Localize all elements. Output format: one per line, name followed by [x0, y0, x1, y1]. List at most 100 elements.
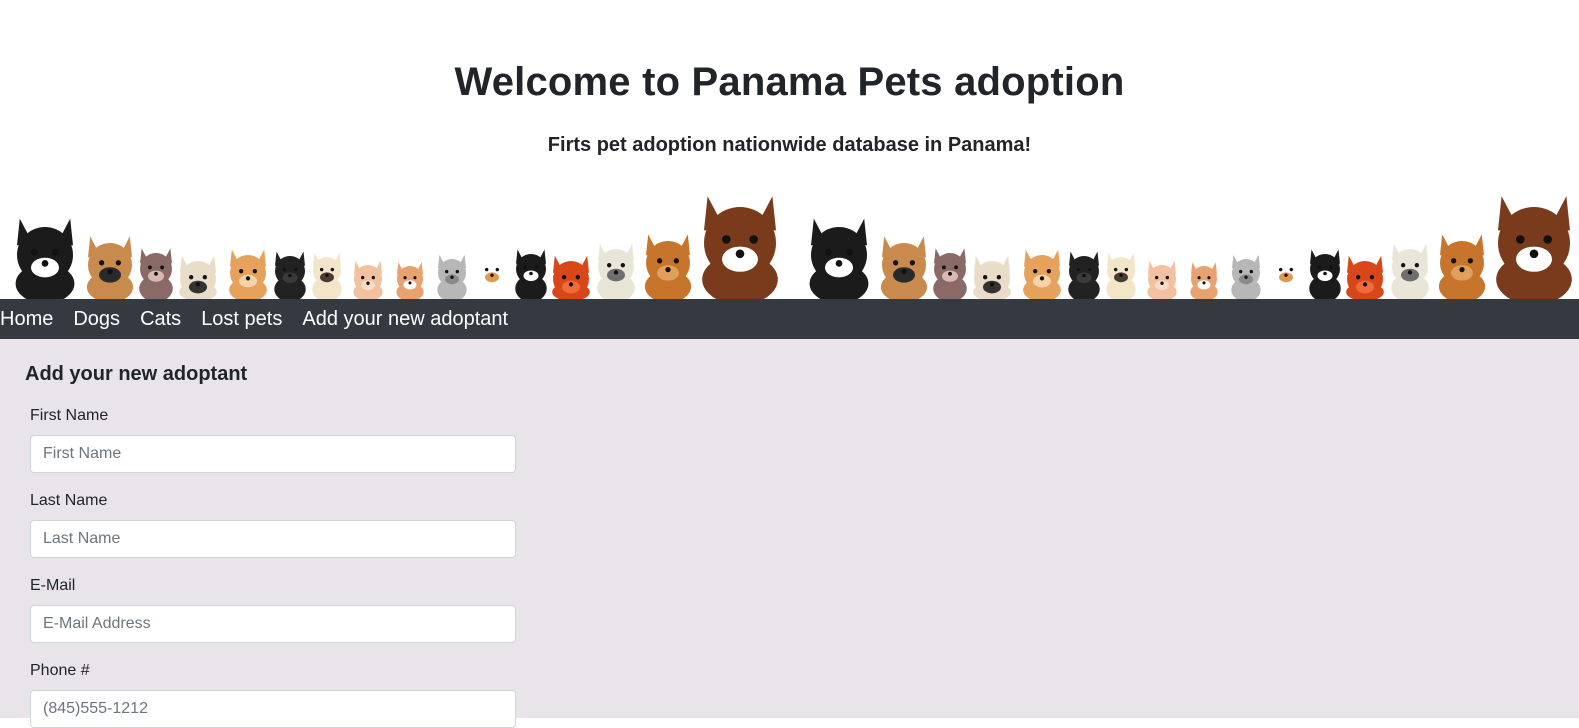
pet-eye	[722, 235, 731, 244]
pet-nose	[154, 271, 158, 276]
page-title: Welcome to Panama Pets adoption	[454, 60, 1125, 104]
pet-eye	[202, 275, 207, 280]
pet-nose	[948, 271, 952, 276]
pet-nose	[450, 275, 454, 279]
pet-nose	[245, 276, 251, 281]
pet-eye	[1356, 275, 1361, 280]
pet-eye	[1239, 269, 1243, 274]
pet-eye	[893, 260, 899, 266]
pet-nose	[1362, 282, 1368, 287]
pet-nose	[107, 268, 113, 275]
pet-nose	[408, 281, 412, 285]
pet-eye	[293, 267, 298, 272]
pet-nose	[529, 271, 533, 276]
adoptant-form-section: Add your new adoptant First Name Last Na…	[0, 339, 1579, 728]
pet-eye	[1033, 269, 1038, 274]
pet-nose	[989, 282, 995, 287]
pet-eye	[825, 248, 832, 256]
pet-eye	[1414, 263, 1419, 268]
pet-eye	[607, 263, 612, 268]
pet-nose	[366, 281, 370, 285]
pet-eye	[620, 263, 626, 268]
pet-nose	[1459, 266, 1465, 273]
pet-eye	[1087, 267, 1092, 272]
pet-eye	[1165, 275, 1169, 280]
main-navbar: Home Dogs Cats Lost pets Add your new ad…	[0, 299, 1579, 339]
phone-label: Phone #	[30, 662, 90, 679]
page-header: Welcome to Panama Pets adoption Firts pe…	[0, 0, 1579, 197]
pet-eye	[1279, 267, 1283, 272]
pet-eye	[148, 265, 152, 270]
pet-nose	[288, 273, 292, 278]
pet-eye	[983, 275, 988, 280]
pet-eye	[909, 260, 915, 266]
pet-eye	[1328, 265, 1333, 270]
nav-cats[interactable]: Cats	[140, 299, 201, 339]
pet-eye	[403, 276, 407, 280]
pet-eye	[1114, 267, 1118, 272]
pet-nose	[325, 273, 329, 277]
pet-nose	[1529, 249, 1539, 259]
pet-nose	[41, 260, 49, 267]
email-input[interactable]	[30, 605, 516, 643]
pet-eye	[239, 269, 244, 274]
pet-eye	[52, 248, 59, 256]
pet-eye	[1543, 235, 1553, 244]
pet-nose	[1244, 275, 1248, 279]
last-name-input[interactable]	[30, 520, 516, 558]
pet-eye	[657, 258, 663, 264]
pet-eye	[413, 276, 417, 280]
pet-eye	[455, 269, 459, 274]
pet-eye	[846, 248, 853, 256]
nav-add-adoptant[interactable]: Add your new adoptant	[302, 299, 528, 339]
pet-eye	[1249, 269, 1253, 274]
page-subtitle: Firts pet adoption nationwide database i…	[547, 134, 1032, 156]
pet-nose	[835, 260, 843, 267]
pet-eye	[252, 269, 257, 274]
first-name-input[interactable]	[30, 435, 516, 473]
pet-nose	[1323, 271, 1327, 276]
pet-eye	[673, 258, 679, 264]
pet-nose	[1119, 273, 1123, 277]
pet-eye	[954, 265, 959, 270]
pet-eye	[523, 265, 528, 270]
pet-nose	[195, 282, 201, 287]
pet-eye	[361, 275, 365, 280]
pet-eye	[749, 235, 758, 244]
pet-eye	[942, 265, 946, 270]
pet-eye	[330, 267, 334, 272]
pet-eye	[115, 260, 121, 266]
pet-nose	[1160, 281, 1164, 285]
pet-eye	[485, 267, 489, 272]
pet-eye	[996, 275, 1002, 280]
pet-nose	[665, 266, 671, 273]
nav-dogs[interactable]: Dogs	[73, 299, 140, 339]
pet-nose	[613, 270, 619, 275]
pet-nose	[568, 282, 574, 287]
pet-eye	[160, 265, 164, 270]
pet-nose	[1039, 276, 1045, 281]
pet-eye	[1155, 275, 1159, 280]
nav-home[interactable]: Home	[0, 299, 73, 339]
pet-eye	[99, 260, 105, 266]
nav-lost-pets[interactable]: Lost pets	[201, 299, 302, 339]
pet-eye	[575, 275, 581, 280]
pet-eye	[1317, 265, 1322, 270]
pet-nose	[1407, 270, 1413, 275]
pet-eye	[282, 267, 287, 272]
pet-nose	[735, 249, 745, 259]
pet-eye	[1451, 258, 1457, 264]
pet-eye	[534, 265, 539, 270]
pet-eye	[31, 248, 38, 256]
pet-eye	[371, 275, 375, 280]
pet-eye	[1401, 263, 1406, 268]
pet-eye	[1076, 267, 1081, 272]
pet-nose	[490, 273, 494, 277]
pet-eye	[1124, 267, 1128, 272]
last-name-label: Last Name	[30, 492, 108, 509]
pet-eye	[1046, 269, 1051, 274]
pet-eye	[1197, 276, 1201, 280]
email-label: E-Mail	[30, 577, 76, 594]
pet-nose	[1202, 281, 1206, 285]
phone-input[interactable]	[30, 690, 516, 728]
